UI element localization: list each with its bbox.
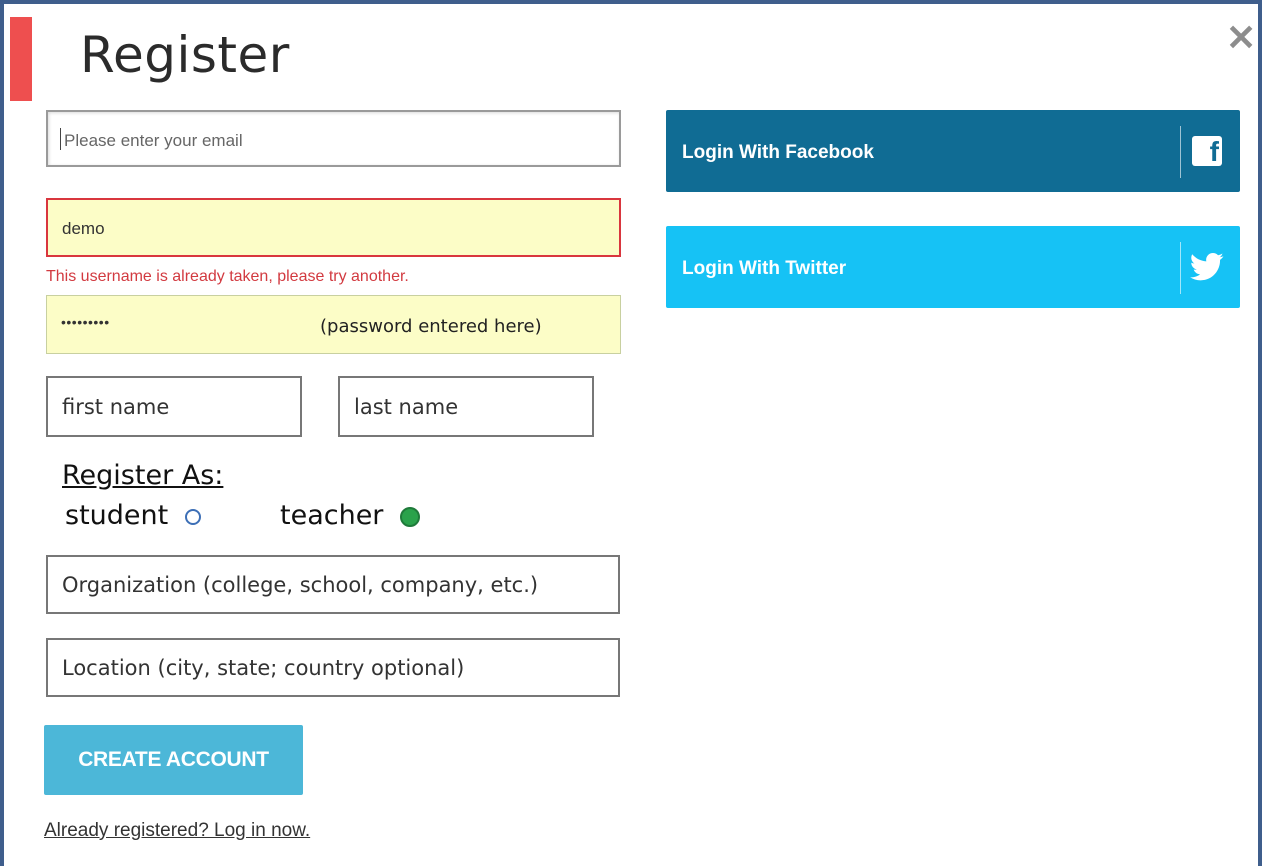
location-field[interactable]: Location (city, state; country optional) — [46, 638, 620, 697]
divider — [1180, 126, 1181, 178]
twitter-icon — [1190, 252, 1224, 281]
password-field[interactable]: ••••••••• (password entered here) — [46, 295, 621, 354]
create-account-button[interactable]: CREATE ACCOUNT — [44, 725, 303, 795]
teacher-option-label[interactable]: teacher — [280, 500, 383, 531]
facebook-icon: f — [1192, 136, 1222, 166]
password-note: (password entered here) — [320, 316, 542, 337]
first-name-placeholder: first name — [62, 394, 170, 419]
login-link[interactable]: Already registered? Log in now. — [44, 820, 310, 842]
username-error-message: This username is already taken, please t… — [46, 268, 409, 285]
email-placeholder: Please enter your email — [64, 131, 243, 150]
twitter-login-label: Login With Twitter — [682, 258, 847, 279]
register-as-label: Register As: — [62, 460, 224, 491]
facebook-login-button[interactable]: Login With Facebook f — [666, 110, 1240, 192]
accent-bar — [10, 17, 32, 101]
username-field[interactable]: demo — [46, 198, 621, 257]
divider — [1180, 242, 1181, 294]
last-name-placeholder: last name — [354, 394, 459, 419]
teacher-radio[interactable] — [400, 507, 420, 527]
location-placeholder: Location (city, state; country optional) — [62, 655, 465, 680]
student-option-label[interactable]: student — [65, 500, 168, 531]
twitter-login-button[interactable]: Login With Twitter — [666, 226, 1240, 308]
student-radio[interactable] — [185, 509, 201, 525]
organization-placeholder: Organization (college, school, company, … — [62, 572, 539, 597]
username-value: demo — [62, 219, 105, 238]
page-title: Register — [80, 26, 290, 84]
facebook-login-label: Login With Facebook — [682, 142, 874, 163]
password-value: ••••••••• — [61, 314, 110, 330]
first-name-field[interactable]: first name — [46, 376, 302, 437]
organization-field[interactable]: Organization (college, school, company, … — [46, 555, 620, 614]
email-field[interactable]: Please enter your email — [46, 110, 621, 167]
text-cursor — [60, 128, 61, 150]
last-name-field[interactable]: last name — [338, 376, 594, 437]
close-icon[interactable]: ✕ — [1226, 20, 1256, 56]
